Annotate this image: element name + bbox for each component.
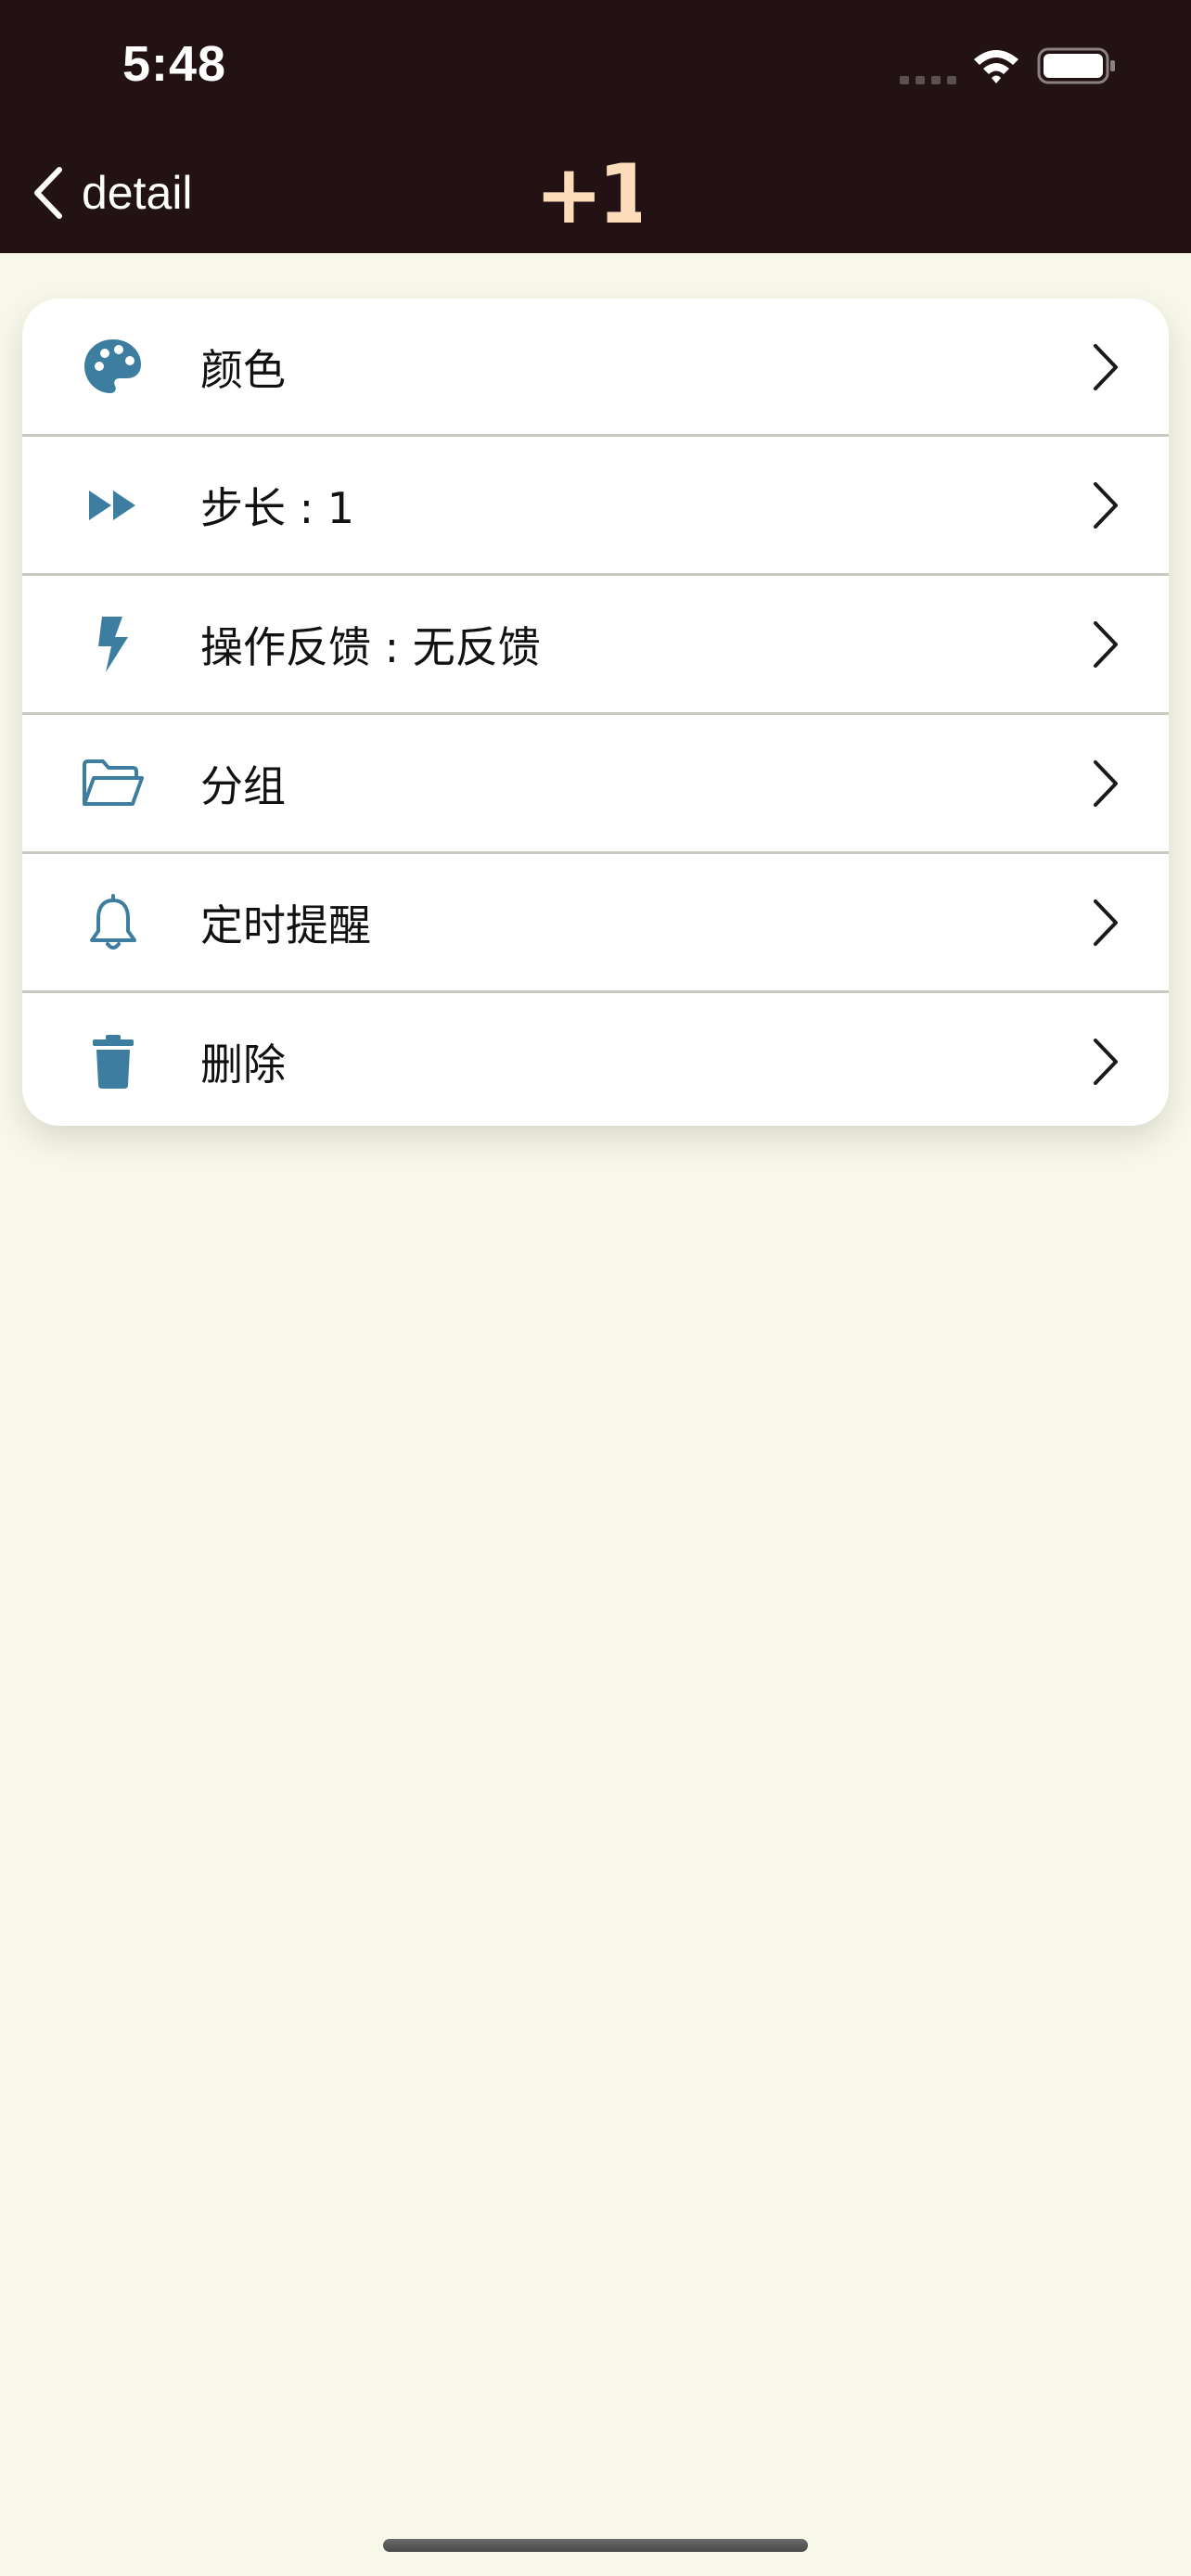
chevron-right-icon — [1094, 899, 1118, 946]
folder-icon — [80, 750, 147, 817]
settings-row-feedback[interactable]: 操作反馈 : 无反馈 — [22, 576, 1169, 713]
chevron-right-icon — [1094, 621, 1118, 668]
chevron-right-icon — [1094, 1039, 1118, 1085]
back-button[interactable]: detail — [28, 148, 193, 237]
app-logo: +1 — [543, 156, 641, 230]
settings-row-label: 颜色 — [200, 345, 286, 395]
bolt-icon — [80, 611, 147, 678]
nav-bar: 5:48 detail +1 — [0, 0, 1191, 253]
bell-icon — [80, 889, 147, 956]
trash-icon — [80, 1028, 147, 1095]
settings-row-label: 分组 — [200, 761, 286, 811]
settings-row-label: 删除 — [200, 1039, 286, 1090]
settings-row-delete[interactable]: 删除 — [22, 993, 1169, 1126]
signal-icon — [900, 76, 956, 84]
battery-icon — [1037, 47, 1115, 84]
settings-card: 颜色 步长 : 1 操作反馈 : 无反馈 分组 定时提醒 删除 — [22, 299, 1169, 1126]
palette-icon — [80, 334, 147, 401]
settings-row-color[interactable]: 颜色 — [22, 299, 1169, 436]
settings-row-reminder[interactable]: 定时提醒 — [22, 854, 1169, 991]
status-time: 5:48 — [122, 36, 227, 92]
chevron-right-icon — [1094, 760, 1118, 807]
chevron-right-icon — [1094, 482, 1118, 529]
home-indicator[interactable] — [383, 2539, 808, 2552]
wifi-icon — [974, 50, 1018, 83]
chevron-right-icon — [1094, 344, 1118, 390]
settings-row-label: 步长 : 1 — [200, 483, 355, 533]
settings-row-label: 操作反馈 : 无反馈 — [200, 622, 541, 672]
fast-forward-icon — [80, 472, 147, 539]
settings-row-label: 定时提醒 — [200, 900, 371, 950]
chevron-left-icon — [34, 167, 62, 219]
settings-row-group[interactable]: 分组 — [22, 715, 1169, 852]
settings-row-step[interactable]: 步长 : 1 — [22, 437, 1169, 574]
back-label: detail — [82, 167, 193, 219]
app-logo-text: +1 — [543, 156, 641, 230]
